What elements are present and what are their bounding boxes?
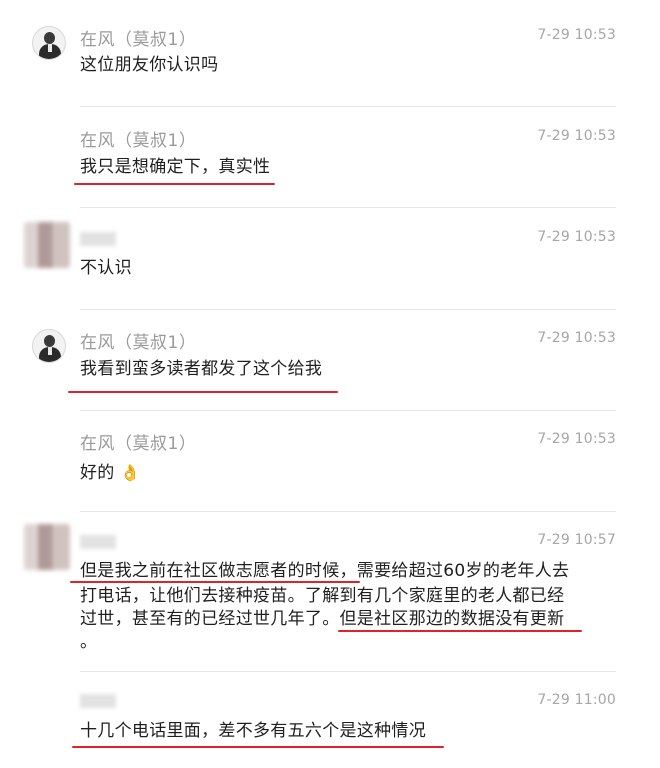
sender-name: 在风（莫叔1） (80, 333, 197, 353)
message-text-line: 打电话，让他们去接种疫苗。了解到有几个家庭里的老人都已经 (80, 586, 565, 606)
message-text-line: 。 (80, 632, 98, 652)
sender-name: 在风（莫叔1） (80, 131, 197, 151)
message-text: 不认识 (80, 258, 132, 278)
avatar[interactable] (24, 524, 70, 570)
message-time: 7-29 11:00 (537, 692, 616, 708)
highlight-underline (338, 630, 582, 632)
message-time: 7-29 10:53 (537, 431, 616, 447)
message-text: 好的 👌 (80, 460, 590, 486)
avatar[interactable] (24, 222, 70, 268)
highlight-underline (72, 746, 444, 748)
divider (80, 106, 616, 107)
message-text: 十几个电话里面，差不多有五六个是这种情况 (80, 721, 426, 741)
sender-name-blurred (80, 694, 116, 708)
message-text-content: 好的 (80, 463, 115, 483)
message-text: 我只是想确定下，真实性 (80, 157, 271, 177)
divider (80, 309, 616, 310)
highlight-underline (70, 581, 360, 583)
sender-name-blurred (80, 535, 116, 549)
sender-name-blurred (80, 232, 116, 246)
divider (80, 207, 616, 208)
sender-name: 在风（莫叔1） (80, 434, 197, 454)
message-time: 7-29 10:53 (537, 330, 616, 346)
message-text: 我看到蛮多读者都发了这个给我 (80, 359, 323, 379)
highlight-underline (74, 183, 275, 185)
message-text-line: 过世，甚至有的已经过世几年了。但是社区那边的数据没有更新 (80, 609, 565, 629)
divider (80, 410, 616, 411)
message-text: 这位朋友你认识吗 (80, 55, 219, 75)
message-time: 7-29 10:53 (537, 229, 616, 245)
highlight-underline (68, 391, 338, 393)
avatar[interactable] (32, 329, 66, 363)
divider (80, 511, 616, 512)
ok-hand-emoji-icon: 👌 (120, 463, 141, 482)
message-time: 7-29 10:53 (537, 128, 616, 144)
message-time: 7-29 10:57 (537, 532, 616, 548)
chat-message: 在风（莫叔1） 7-29 10:53 我看到蛮多读者都发了这个给我 (0, 0, 660, 393)
divider (80, 671, 616, 672)
